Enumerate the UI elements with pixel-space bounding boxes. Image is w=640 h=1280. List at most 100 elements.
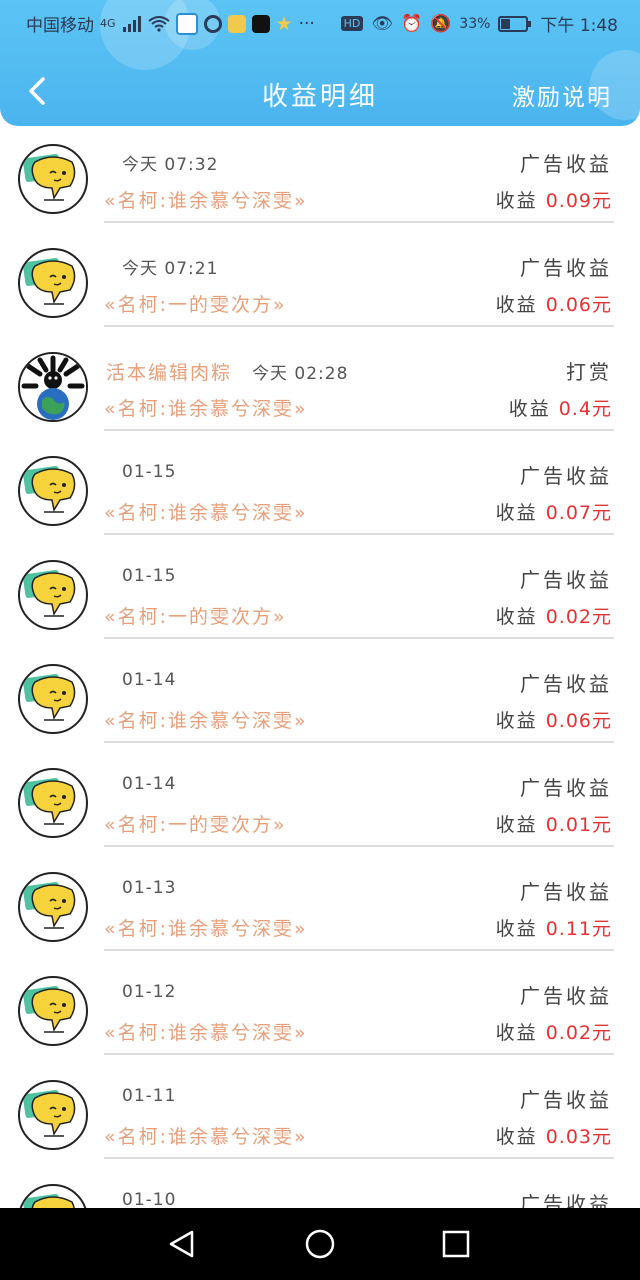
svg-text:*: * bbox=[25, 879, 29, 888]
income-amount: 0.11元 bbox=[545, 918, 612, 940]
list-item[interactable]: * 01-14 广告收益 «名柯:一的雯次方» 收益 0.01元 bbox=[0, 750, 640, 854]
svg-text:*: * bbox=[25, 151, 29, 160]
mute-icon: 🔕 bbox=[430, 13, 452, 34]
income-label: 收益 bbox=[508, 398, 551, 420]
book-title-link[interactable]: «名柯:谁余慕兮深雯» bbox=[104, 914, 308, 941]
app-notification-icon bbox=[175, 12, 198, 35]
entry-time-label: 今天 07:32 bbox=[122, 155, 219, 175]
entry-time: 今天 07:21 bbox=[122, 254, 218, 279]
book-title-link[interactable]: «名柯:一的雯次方» bbox=[104, 602, 287, 629]
book-title-link[interactable]: «名柯:一的雯次方» bbox=[104, 290, 287, 317]
book-title-link[interactable]: «名柯:谁余慕兮深雯» bbox=[104, 1018, 308, 1045]
income-label: 收益 bbox=[495, 814, 538, 836]
income-amount: 0.01元 bbox=[545, 814, 612, 836]
chat-bubble-avatar[interactable]: * bbox=[18, 768, 88, 838]
svg-text:*: * bbox=[25, 567, 29, 576]
chat-bubble-avatar[interactable]: * bbox=[18, 560, 88, 630]
chat-bubble-avatar[interactable]: * bbox=[18, 1184, 88, 1208]
list-item[interactable]: * 01-12 广告收益 «名柯:谁余慕兮深雯» 收益 0.02元 bbox=[0, 958, 640, 1062]
list-item[interactable]: * 今天 07:21 广告收益 «名柯:一的雯次方» 收益 0.06元 bbox=[0, 230, 640, 334]
entry-type: 广告收益 bbox=[520, 984, 612, 1008]
network-label: 4G bbox=[100, 17, 116, 30]
income-amount: 0.4元 bbox=[558, 398, 612, 420]
entry-time: 01-14 bbox=[122, 774, 176, 794]
book-title-link[interactable]: «名柯:谁余慕兮深雯» bbox=[104, 706, 308, 733]
chat-bubble-avatar[interactable]: * bbox=[18, 248, 88, 318]
entry-time-label: 01-14 bbox=[122, 774, 177, 794]
entry-income: 收益 0.02元 bbox=[496, 602, 612, 629]
tiktok-notification-icon bbox=[251, 14, 270, 33]
nav-bar: 收益明细 激励说明 bbox=[0, 62, 640, 126]
divider bbox=[104, 429, 614, 431]
entry-income: 收益 0.01元 bbox=[496, 810, 612, 837]
entry-time-label: 01-15 bbox=[122, 566, 177, 586]
tipper-name[interactable]: 活本编辑肉粽 bbox=[106, 362, 232, 384]
entry-time-label: 01-14 bbox=[122, 670, 177, 690]
income-label: 收益 bbox=[495, 502, 538, 524]
list-item[interactable]: * 01-10 广告收益 bbox=[0, 1166, 640, 1208]
folder-notification-icon bbox=[227, 14, 246, 33]
income-amount: 0.06元 bbox=[545, 710, 612, 732]
entry-time: 01-15 bbox=[122, 566, 176, 586]
entry-time-label: 01-10 bbox=[122, 1190, 177, 1208]
incentive-explanation-link[interactable]: 激励说明 bbox=[512, 78, 612, 112]
circle-home-icon[interactable] bbox=[304, 1228, 336, 1260]
income-label: 收益 bbox=[495, 918, 538, 940]
entry-income: 收益 0.07元 bbox=[496, 498, 612, 525]
square-recent-icon[interactable] bbox=[440, 1228, 472, 1260]
entry-time-label: 今天 02:28 bbox=[252, 364, 349, 384]
dot-notification-icon bbox=[203, 14, 222, 33]
book-title-link[interactable]: «名柯:谁余慕兮深雯» bbox=[104, 498, 308, 525]
book-title-link[interactable]: «名柯:谁余慕兮深雯» bbox=[104, 394, 308, 421]
hd-badge: HD bbox=[340, 16, 364, 31]
income-amount: 0.06元 bbox=[545, 294, 612, 316]
divider bbox=[104, 325, 614, 327]
chat-bubble-avatar[interactable]: * bbox=[18, 664, 88, 734]
entry-type: 广告收益 bbox=[520, 256, 612, 280]
divider bbox=[104, 637, 614, 639]
entry-type: 广告收益 bbox=[520, 568, 612, 592]
eye-icon: 👁 bbox=[371, 13, 393, 34]
list-item[interactable]: * 01-15 广告收益 «名柯:谁余慕兮深雯» 收益 0.07元 bbox=[0, 438, 640, 542]
income-amount: 0.03元 bbox=[545, 1126, 612, 1148]
svg-text:*: * bbox=[25, 1087, 29, 1096]
income-label: 收益 bbox=[495, 190, 538, 212]
chat-bubble-avatar[interactable]: * bbox=[18, 144, 88, 214]
book-title-link[interactable]: «名柯:一的雯次方» bbox=[104, 810, 287, 837]
list-item[interactable]: 活本编辑肉粽 今天 02:28 打赏 «名柯:谁余慕兮深雯» 收益 0.4元 bbox=[0, 334, 640, 438]
clock: 下午 1:48 bbox=[540, 16, 618, 36]
divider bbox=[104, 845, 614, 847]
list-item[interactable]: * 01-15 广告收益 «名柯:一的雯次方» 收益 0.02元 bbox=[0, 542, 640, 646]
chat-bubble-avatar[interactable]: * bbox=[18, 976, 88, 1046]
list-item[interactable]: * 01-11 广告收益 «名柯:谁余慕兮深雯» 收益 0.03元 bbox=[0, 1062, 640, 1166]
chat-bubble-avatar[interactable]: * bbox=[18, 872, 88, 942]
svg-text:*: * bbox=[25, 983, 29, 992]
entry-time-label: 01-12 bbox=[122, 982, 177, 1002]
system-nav-bar bbox=[0, 1208, 640, 1280]
entry-time: 01-12 bbox=[122, 982, 176, 1002]
earth-avatar[interactable] bbox=[18, 352, 88, 422]
income-amount: 0.07元 bbox=[545, 502, 612, 524]
chat-bubble-avatar[interactable]: * bbox=[18, 1080, 88, 1150]
signal-icon bbox=[122, 15, 141, 32]
entry-income: 收益 0.09元 bbox=[496, 186, 612, 213]
income-label: 收益 bbox=[495, 1126, 538, 1148]
chat-bubble-avatar[interactable]: * bbox=[18, 456, 88, 526]
entry-time: 01-11 bbox=[122, 1086, 176, 1106]
more-notifications-icon: ··· bbox=[298, 13, 315, 34]
divider bbox=[104, 221, 614, 223]
list-item[interactable]: * 01-13 广告收益 «名柯:谁余慕兮深雯» 收益 0.11元 bbox=[0, 854, 640, 958]
list-item[interactable]: * 01-14 广告收益 «名柯:谁余慕兮深雯» 收益 0.06元 bbox=[0, 646, 640, 750]
entry-time-label: 01-15 bbox=[122, 462, 177, 482]
entry-type: 广告收益 bbox=[520, 672, 612, 696]
divider bbox=[104, 1157, 614, 1159]
entry-time: 今天 07:32 bbox=[122, 150, 218, 175]
income-label: 收益 bbox=[495, 606, 538, 628]
book-title-link[interactable]: «名柯:谁余慕兮深雯» bbox=[104, 1122, 308, 1149]
divider bbox=[104, 741, 614, 743]
income-list: * 今天 07:32 广告收益 «名柯:谁余慕兮深雯» 收益 0.09元 * 今天 07… bbox=[0, 126, 640, 1208]
list-item[interactable]: * 今天 07:32 广告收益 «名柯:谁余慕兮深雯» 收益 0.09元 bbox=[0, 126, 640, 230]
header-bar: 中国移动 4G ★ ··· HD 👁 ⏰ 🔕 33% 下午 1:48 收益明细 … bbox=[0, 0, 640, 126]
book-title-link[interactable]: «名柯:谁余慕兮深雯» bbox=[104, 186, 308, 213]
triangle-back-icon[interactable] bbox=[166, 1228, 198, 1260]
